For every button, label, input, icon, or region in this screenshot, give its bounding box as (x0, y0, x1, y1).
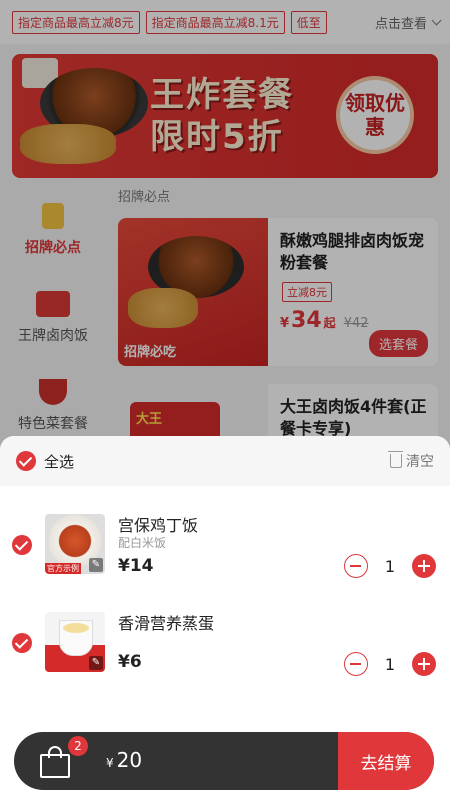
clear-cart-label: 清空 (406, 454, 434, 470)
clear-cart-button[interactable]: 清空 (388, 451, 434, 471)
checkbox-checked-icon[interactable] (12, 633, 32, 653)
image-stamp: 官方示例 (45, 563, 81, 574)
egg-bowl-image (59, 620, 93, 656)
trash-icon (388, 451, 403, 468)
steamed-egg-image[interactable]: ✎ (45, 612, 105, 672)
cart-item: 官方示例 ✎ 宫保鸡丁饭 配白米饭 ¥14 1 (0, 502, 450, 592)
cart-item-price: ¥6 (118, 652, 142, 672)
quantity-stepper: 1 (344, 652, 436, 676)
cart-item-sub: 配白米饭 (118, 536, 167, 550)
edit-icon[interactable]: ✎ (89, 558, 103, 572)
cart-item-name: 香滑营养蒸蛋 (118, 614, 215, 633)
cart-item: ✎ 香滑营养蒸蛋 ¥6 1 (0, 600, 450, 690)
checkbox-checked-icon[interactable] (12, 535, 32, 555)
select-all-toggle[interactable]: 全选 (16, 451, 74, 472)
currency-symbol: ¥ (106, 756, 114, 770)
cart-total: ¥ 20 (106, 748, 142, 772)
bag-body (40, 754, 70, 778)
kung-pao-chicken-rice-image[interactable]: 官方示例 ✎ (45, 514, 105, 574)
plus-icon[interactable] (412, 652, 436, 676)
checkbox-checked-icon[interactable] (16, 451, 36, 471)
quantity-value: 1 (384, 556, 396, 576)
edit-icon[interactable]: ✎ (89, 656, 103, 670)
cart-header: 全选 清空 (0, 436, 450, 486)
cart-item-price: ¥14 (118, 556, 154, 576)
checkout-button[interactable]: 去结算 (338, 732, 434, 790)
minus-icon[interactable] (344, 554, 368, 578)
minus-icon[interactable] (344, 652, 368, 676)
cart-count-badge: 2 (68, 736, 88, 756)
select-all-label: 全选 (44, 452, 75, 471)
plus-icon[interactable] (412, 554, 436, 578)
cart-item-name: 宫保鸡丁饭 (118, 516, 199, 535)
shopping-bag-icon[interactable] (40, 746, 70, 778)
cart-bar: 2 ¥ 20 去结算 (14, 732, 434, 790)
quantity-stepper: 1 (344, 554, 436, 578)
quantity-value: 1 (384, 654, 396, 674)
total-value: 20 (116, 748, 143, 772)
